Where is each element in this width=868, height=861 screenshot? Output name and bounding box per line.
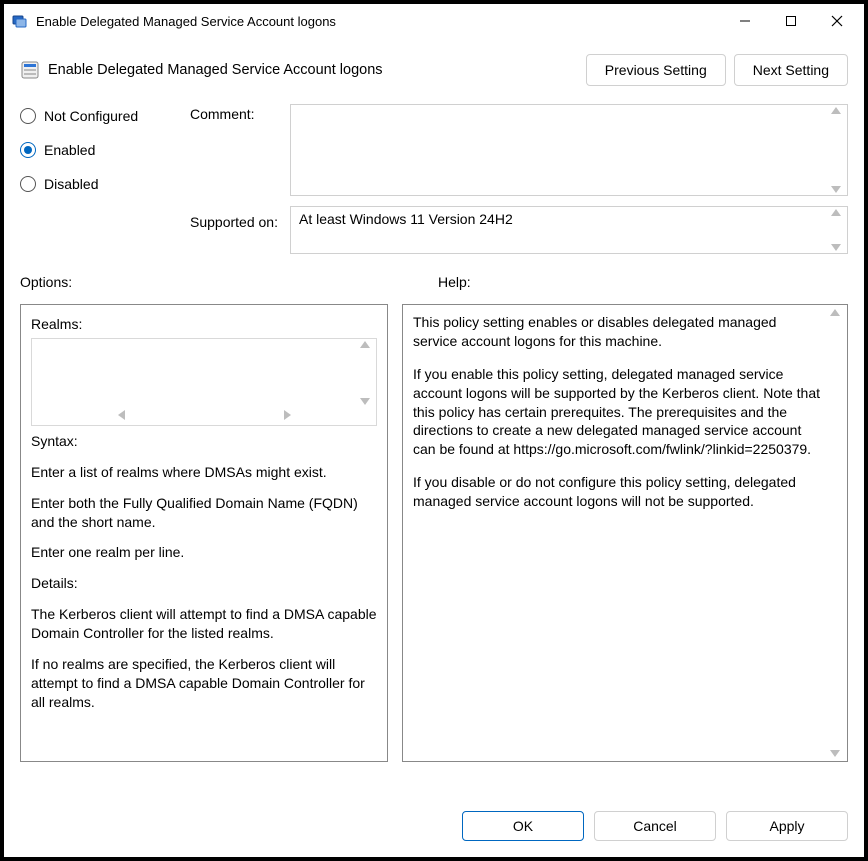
- settings-area: Not Configured Enabled Disabled Comment:…: [4, 104, 864, 266]
- syntax-line: Enter a list of realms where DMSAs might…: [31, 463, 377, 482]
- policy-title: Enable Delegated Managed Service Account…: [48, 62, 578, 78]
- fields-col: At least Windows 11 Version 24H2: [290, 104, 848, 254]
- radio-icon: [20, 176, 36, 192]
- radio-not-configured[interactable]: Not Configured: [20, 108, 190, 124]
- options-section-label: Options:: [20, 274, 400, 290]
- supported-on-label: Supported on:: [190, 214, 290, 230]
- scroll-up-icon[interactable]: [831, 107, 841, 114]
- radio-disabled[interactable]: Disabled: [20, 176, 190, 192]
- scroll-down-icon[interactable]: [831, 244, 841, 251]
- previous-setting-button[interactable]: Previous Setting: [586, 54, 726, 86]
- help-section-label: Help:: [420, 274, 848, 290]
- supported-scroll[interactable]: [827, 209, 845, 251]
- syntax-line: Enter both the Fully Qualified Domain Na…: [31, 494, 377, 532]
- scroll-down-icon[interactable]: [360, 398, 370, 405]
- dialog-window: Enable Delegated Managed Service Account…: [0, 0, 868, 861]
- comment-textbox[interactable]: [290, 104, 848, 196]
- next-setting-button[interactable]: Next Setting: [734, 54, 848, 86]
- syntax-line: Enter one realm per line.: [31, 543, 377, 562]
- supported-on-textbox: At least Windows 11 Version 24H2: [290, 206, 848, 254]
- window-controls: [722, 4, 860, 38]
- cancel-button[interactable]: Cancel: [594, 811, 716, 841]
- details-heading: Details:: [31, 574, 377, 593]
- window-title: Enable Delegated Managed Service Account…: [36, 14, 722, 29]
- app-icon: [12, 13, 28, 29]
- scroll-left-icon[interactable]: [118, 410, 125, 420]
- options-panel: Realms: Syntax: Enter a list of realms w…: [20, 304, 388, 762]
- details-line: The Kerberos client will attempt to find…: [31, 605, 377, 643]
- scroll-down-icon[interactable]: [830, 750, 840, 757]
- radio-icon: [20, 142, 36, 158]
- help-paragraph: If you enable this policy setting, deleg…: [413, 365, 823, 459]
- scroll-up-icon[interactable]: [831, 209, 841, 216]
- maximize-button[interactable]: [768, 4, 814, 38]
- realms-listbox[interactable]: [31, 338, 377, 426]
- policy-icon: [20, 60, 40, 80]
- supported-on-value: At least Windows 11 Version 24H2: [299, 211, 513, 227]
- radio-enabled[interactable]: Enabled: [20, 142, 190, 158]
- scroll-right-icon[interactable]: [284, 410, 291, 420]
- section-labels: Options: Help:: [4, 266, 864, 296]
- help-paragraph: If you disable or do not configure this …: [413, 473, 823, 511]
- options-description: Syntax: Enter a list of realms where DMS…: [31, 432, 377, 724]
- realms-vert-scroll[interactable]: [356, 341, 374, 405]
- comment-label: Comment:: [190, 106, 290, 214]
- dialog-button-bar: OK Cancel Apply: [4, 797, 864, 857]
- help-paragraph: This policy setting enables or disables …: [413, 313, 823, 351]
- realms-label: Realms:: [31, 315, 377, 334]
- syntax-heading: Syntax:: [31, 432, 377, 451]
- close-button[interactable]: [814, 4, 860, 38]
- ok-button[interactable]: OK: [462, 811, 584, 841]
- scroll-up-icon[interactable]: [360, 341, 370, 348]
- comment-scroll[interactable]: [827, 107, 845, 193]
- state-radio-group: Not Configured Enabled Disabled: [20, 104, 190, 254]
- scroll-down-icon[interactable]: [831, 186, 841, 193]
- details-line: If no realms are specified, the Kerberos…: [31, 655, 377, 712]
- radio-label: Not Configured: [44, 108, 138, 124]
- realms-horiz-scroll[interactable]: [38, 407, 370, 423]
- titlebar: Enable Delegated Managed Service Account…: [4, 4, 864, 38]
- radio-label: Disabled: [44, 176, 98, 192]
- field-labels-col: Comment: Supported on:: [190, 104, 290, 254]
- apply-button[interactable]: Apply: [726, 811, 848, 841]
- radio-label: Enabled: [44, 142, 95, 158]
- minimize-button[interactable]: [722, 4, 768, 38]
- panels: Realms: Syntax: Enter a list of realms w…: [4, 296, 864, 797]
- help-panel: This policy setting enables or disables …: [402, 304, 848, 762]
- scroll-up-icon[interactable]: [830, 309, 840, 316]
- header: Enable Delegated Managed Service Account…: [4, 38, 864, 104]
- help-scroll[interactable]: [826, 309, 844, 757]
- radio-icon: [20, 108, 36, 124]
